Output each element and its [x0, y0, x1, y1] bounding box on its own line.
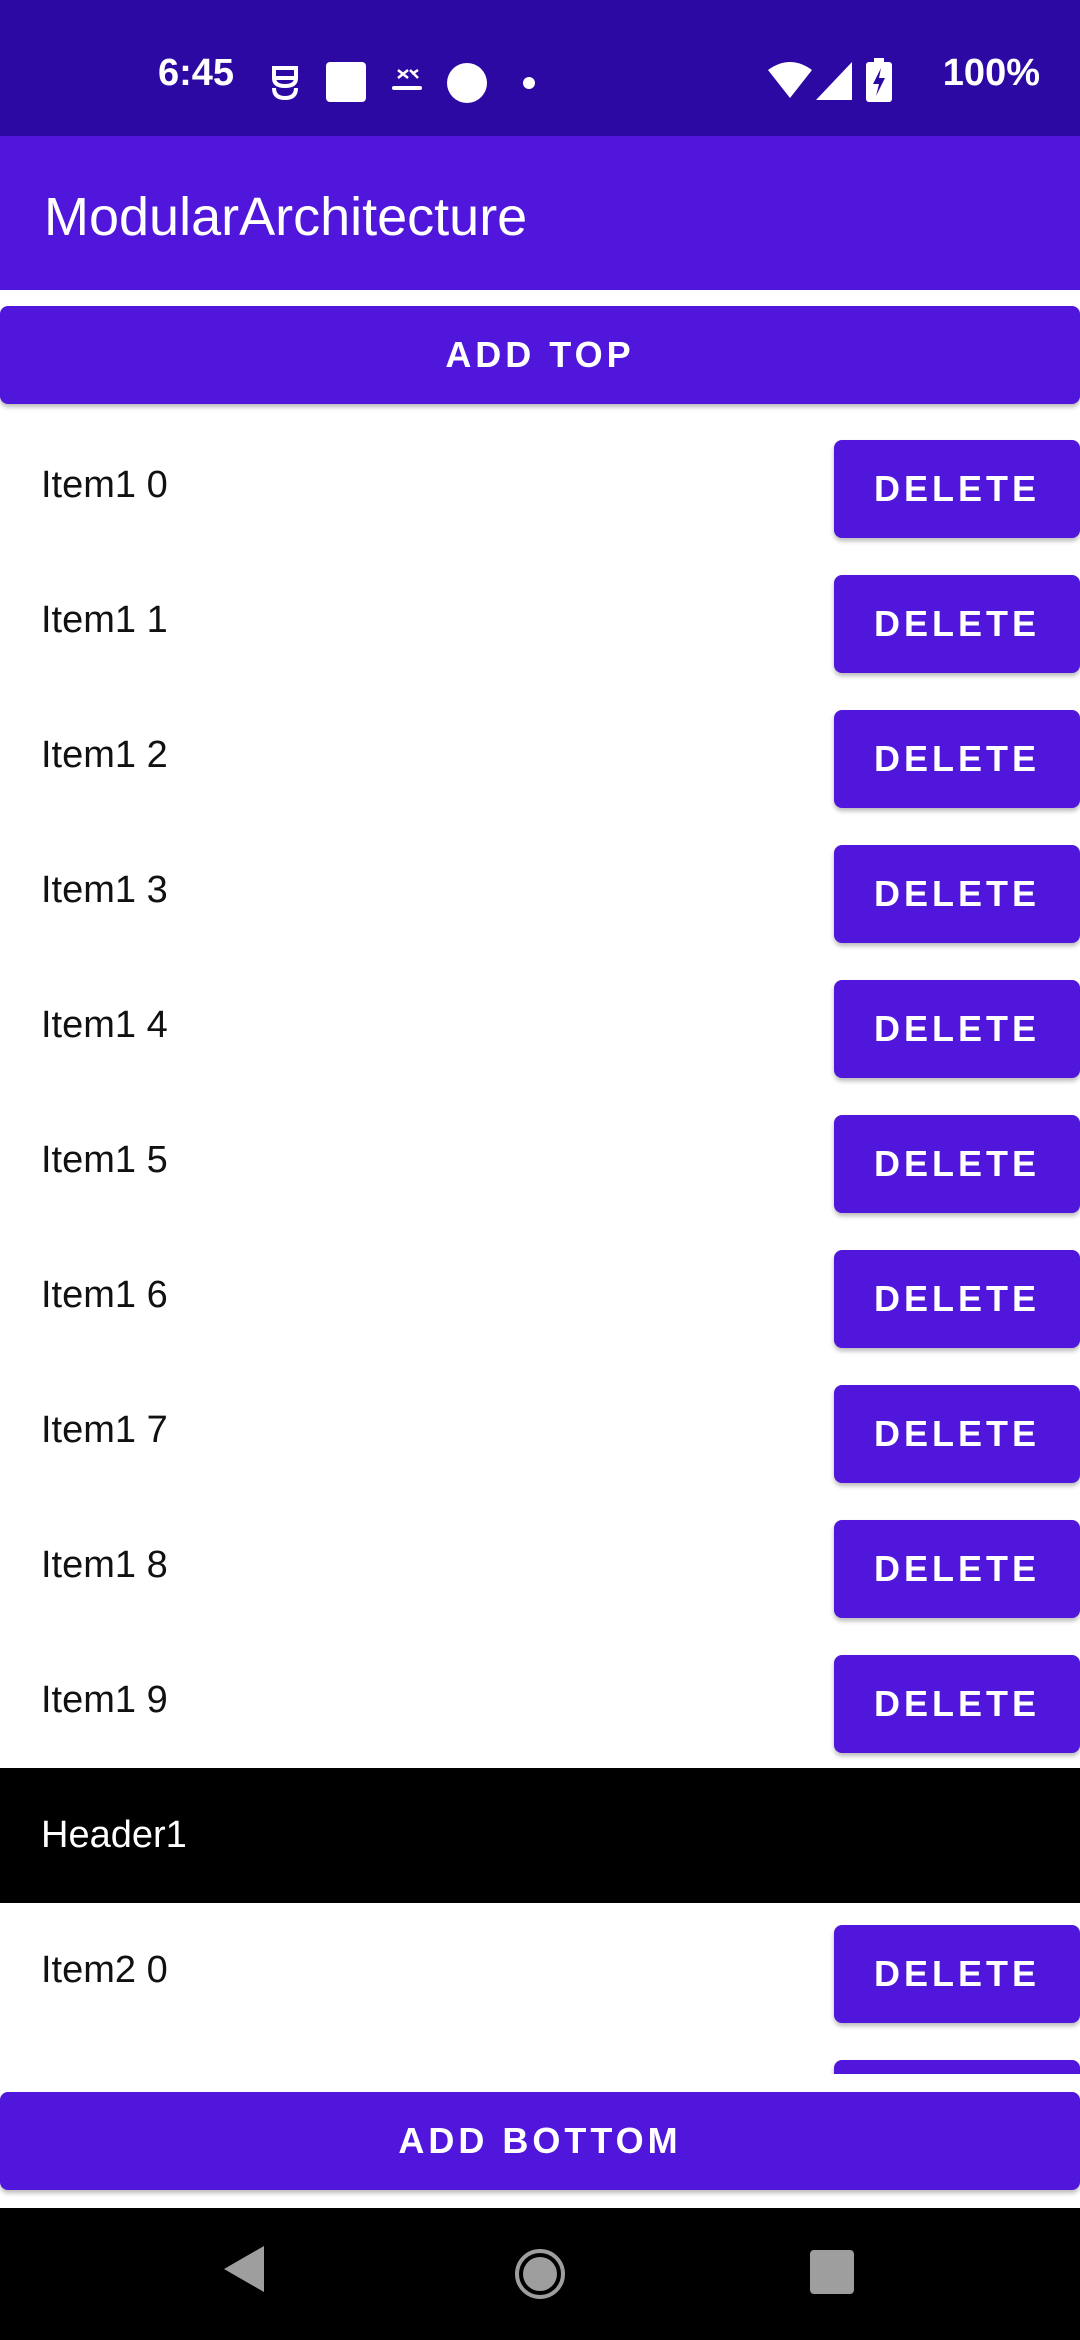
- navigation-bar: [0, 2208, 1080, 2340]
- item-label: Item1 5: [41, 1139, 168, 1181]
- list-item: Item1 5 DELETE: [0, 1093, 1080, 1228]
- list-item: Item1 6 DELETE: [0, 1228, 1080, 1363]
- item-label: Item2 0: [41, 1949, 168, 1991]
- item-list[interactable]: Item1 0 DELETE Item1 1 DELETE Item1 2 DELETE I…: [0, 418, 1080, 2074]
- wifi-icon: [768, 62, 812, 98]
- list-item: Item1 4 DELETE: [0, 958, 1080, 1093]
- item-label: Item1 2: [41, 734, 168, 776]
- home-icon[interactable]: [514, 2248, 566, 2300]
- delete-button[interactable]: DELETE: [834, 980, 1080, 1078]
- list-item: Item1 8 DELETE: [0, 1498, 1080, 1633]
- list-item: Item1 9 DELETE: [0, 1633, 1080, 1768]
- app-bar: ModularArchitecture: [0, 136, 1080, 290]
- item-label: Item1 8: [41, 1544, 168, 1586]
- delete-button[interactable]: DELETE: [834, 2060, 1080, 2074]
- item-label: Item1 7: [41, 1409, 168, 1451]
- delete-button[interactable]: DELETE: [834, 440, 1080, 538]
- app-title: ModularArchitecture: [44, 187, 528, 247]
- item-label: Item1 3: [41, 869, 168, 911]
- item-label: Item1 4: [41, 1004, 168, 1046]
- delete-button[interactable]: DELETE: [834, 1655, 1080, 1753]
- header-label: Header1: [41, 1814, 187, 1856]
- item-label: Item1 6: [41, 1274, 168, 1316]
- add-bottom-button[interactable]: ADD BOTTOM: [0, 2092, 1080, 2190]
- delete-button[interactable]: DELETE: [834, 845, 1080, 943]
- back-icon[interactable]: [222, 2244, 266, 2294]
- delete-button[interactable]: DELETE: [834, 575, 1080, 673]
- battery-percentage: 100%: [942, 52, 1040, 94]
- list-item: DELETE: [0, 2038, 1080, 2074]
- delete-button[interactable]: DELETE: [834, 1925, 1080, 2023]
- recents-icon[interactable]: [810, 2250, 854, 2294]
- delete-button[interactable]: DELETE: [834, 710, 1080, 808]
- delete-button[interactable]: DELETE: [834, 1115, 1080, 1213]
- circle-app-icon: [447, 63, 487, 103]
- status-time: 6:45: [158, 52, 235, 94]
- dot-icon: [523, 77, 535, 89]
- list-item: Item1 7 DELETE: [0, 1363, 1080, 1498]
- status-bar: 6:45 100%: [0, 0, 1080, 136]
- square-app-icon: [326, 62, 366, 102]
- list-item: Item1 0 DELETE: [0, 418, 1080, 553]
- delete-button[interactable]: DELETE: [834, 1385, 1080, 1483]
- exness-icon: [392, 68, 422, 90]
- list-item: Item1 3 DELETE: [0, 823, 1080, 958]
- item-label: Item1 1: [41, 599, 168, 641]
- list-item: Item1 2 DELETE: [0, 688, 1080, 823]
- list-header: Header1: [0, 1768, 1080, 1903]
- add-top-button[interactable]: ADD TOP: [0, 306, 1080, 404]
- item-label: Item1 0: [41, 464, 168, 506]
- list-item: Item1 1 DELETE: [0, 553, 1080, 688]
- delete-button[interactable]: DELETE: [834, 1250, 1080, 1348]
- signal-icon: [816, 62, 852, 100]
- list-item: Item2 0 DELETE: [0, 1903, 1080, 2038]
- notification-app-icon: [272, 66, 298, 101]
- delete-button[interactable]: DELETE: [834, 1520, 1080, 1618]
- battery-charging-icon: [866, 58, 892, 102]
- item-label: Item1 9: [41, 1679, 168, 1721]
